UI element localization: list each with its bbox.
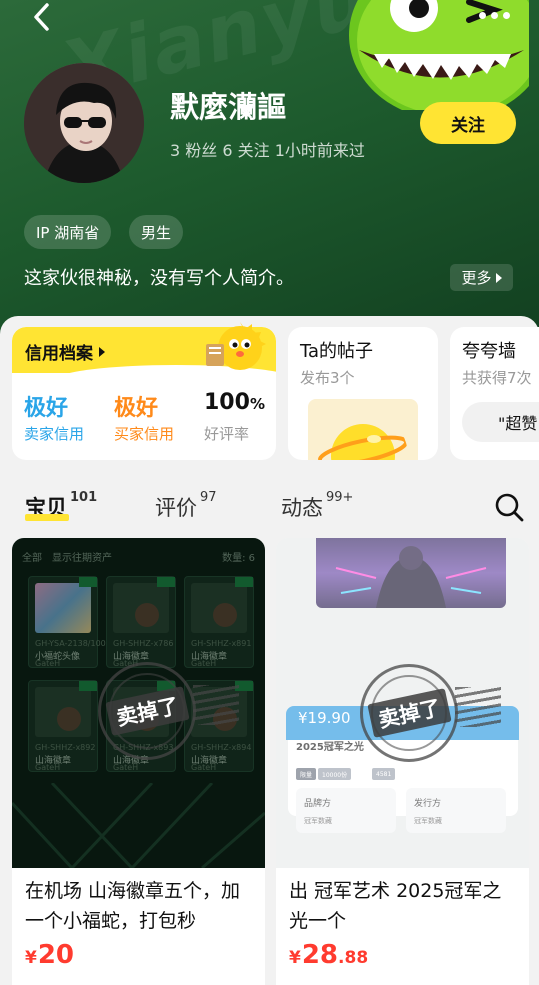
praise-wall-card[interactable]: 夸夸墙 共获得7次 "超赞: [450, 327, 539, 460]
tab-moments-label: 动态: [281, 496, 323, 520]
planet-icon: [318, 424, 408, 460]
praise-chip: "超赞: [462, 402, 539, 442]
more-dots-icon[interactable]: [479, 6, 515, 24]
product-price: ¥28.88: [289, 940, 369, 970]
bio-more-button[interactable]: 更多: [450, 264, 513, 291]
positive-rate-value: 100%: [204, 390, 265, 415]
credit-title[interactable]: 信用档案: [25, 339, 105, 364]
tab-reviews-label: 评价: [155, 496, 197, 520]
search-icon[interactable]: [494, 492, 524, 522]
seller-credit-value: 极好: [24, 396, 69, 421]
sold-stamp: 卖掉了: [98, 662, 239, 760]
tab-reviews-count: 97: [200, 490, 217, 505]
product-image: ¥19.90 2025冠军之光 限量 10000份 4581 品牌方 冠军数藏 发…: [276, 538, 529, 868]
posts-card[interactable]: Ta的帖子 发布3个: [288, 327, 438, 460]
praise-wall-title: 夸夸墙: [462, 341, 516, 362]
product-image: 全部 显示往期资产 数量: 6 GH-YSA-2138/10000 小福蛇头像 Ga…: [12, 538, 265, 868]
ip-location-tag: IP 湖南省: [24, 215, 112, 249]
positive-rate-label: 好评率: [204, 425, 250, 443]
credit-title-label: 信用档案: [25, 344, 93, 364]
triangle-right-icon: [99, 346, 105, 357]
product-card[interactable]: ¥19.90 2025冠军之光 限量 10000份 4581 品牌方 冠军数藏 发…: [276, 538, 529, 985]
buyer-credit-label: 买家信用: [114, 425, 175, 443]
posts-title: Ta的帖子: [300, 341, 374, 362]
buyer-credit-value: 极好: [114, 396, 159, 421]
triangle-right-icon: [495, 272, 502, 283]
product-price: ¥20: [25, 940, 75, 970]
gender-tag: 男生: [129, 215, 184, 249]
follow-button[interactable]: 关注: [420, 102, 516, 144]
tab-reviews[interactable]: 评价 97: [155, 490, 217, 522]
bio-more-label: 更多: [461, 269, 492, 287]
tab-moments[interactable]: 动态 99+: [281, 490, 354, 522]
posts-thumbnail: [308, 399, 418, 460]
product-card[interactable]: 全部 显示往期资产 数量: 6 GH-YSA-2138/10000 小福蛇头像 Ga…: [12, 538, 265, 985]
active-tab-indicator: [25, 514, 69, 521]
tab-moments-count: 99+: [326, 490, 354, 505]
bio-text: 这家伙很神秘，没有写个人简介。: [24, 268, 294, 289]
username: 默麼灡謳: [170, 90, 287, 124]
avatar[interactable]: [24, 63, 144, 183]
seller-credit-label: 卖家信用: [24, 425, 85, 443]
sun-mascot-icon: [206, 322, 266, 370]
sold-stamp: 卖掉了: [360, 664, 501, 762]
product-title: 出 冠军艺术 2025冠军之光一个: [289, 880, 502, 932]
posts-count: 发布3个: [300, 369, 355, 387]
praise-wall-count: 共获得7次: [462, 369, 532, 387]
product-title: 在机场 山海徽章五个，加一个小福蛇，打包秒: [25, 880, 241, 932]
back-arrow-icon[interactable]: [28, 2, 58, 32]
profile-header: Xianyu 默麼灡謳 3 粉丝 6 关注 1小时前来过 关注 IP 湖南省 男…: [0, 0, 539, 345]
follow-stats[interactable]: 3 粉丝 6 关注 1小时前来过: [170, 137, 365, 161]
tab-items-count: 101: [70, 490, 98, 505]
